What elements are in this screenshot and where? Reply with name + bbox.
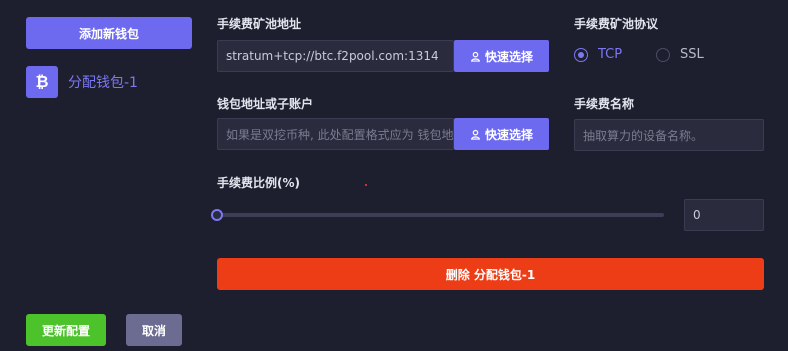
fee-ratio-slider-track[interactable] — [217, 213, 664, 217]
radio-checked-icon — [574, 47, 588, 62]
fee-ratio-slider-handle[interactable] — [211, 209, 223, 221]
protocol-ssl-label: SSL — [680, 47, 704, 62]
fee-ratio-label: 手续费比例(%) — [217, 176, 300, 190]
fee-name-input[interactable]: 抽取算力的设备名称。 — [574, 119, 764, 151]
pool-quick-select-label: 快速选择 — [484, 49, 533, 64]
pool-address-input[interactable]: stratum+tcp://btc.f2pool.com:1314 — [217, 40, 454, 72]
fee-name-label: 手续费名称 — [574, 97, 635, 111]
protocol-tcp-label: TCP — [598, 47, 623, 62]
wallet-quick-select-label: 快速选择 — [484, 127, 533, 142]
protocol-radio-tcp[interactable]: TCP — [574, 47, 622, 62]
pool-protocol-label: 手续费矿池协议 — [574, 17, 659, 31]
update-config-button[interactable]: 更新配置 — [26, 314, 106, 346]
radio-unchecked-icon — [656, 47, 670, 62]
bitcoin-icon: ₿ — [26, 66, 58, 98]
delete-wallet-button[interactable]: 删除 分配钱包-1 — [217, 258, 764, 290]
user-icon — [470, 129, 480, 140]
wallet-quick-select-button[interactable]: 快速选择 — [454, 118, 549, 150]
pool-quick-select-button[interactable]: 快速选择 — [454, 40, 549, 72]
fee-ratio-input[interactable]: 0 — [684, 199, 764, 231]
user-icon — [470, 51, 480, 62]
wallet-address-label: 钱包地址或子账户 — [217, 97, 314, 111]
wallet-list-item[interactable]: ₿ 分配钱包-1 — [26, 66, 138, 98]
wallet-item-label: 分配钱包-1 — [68, 75, 138, 91]
indicator-dot — [365, 184, 367, 186]
cancel-button[interactable]: 取消 — [126, 314, 182, 346]
protocol-radio-ssl[interactable]: SSL — [656, 47, 704, 62]
pool-address-label: 手续费矿池地址 — [217, 17, 302, 31]
wallet-address-input[interactable]: 如果是双挖币种, 此处配置格式应为 钱包地 — [217, 118, 454, 150]
add-wallet-button[interactable]: 添加新钱包 — [26, 17, 192, 49]
